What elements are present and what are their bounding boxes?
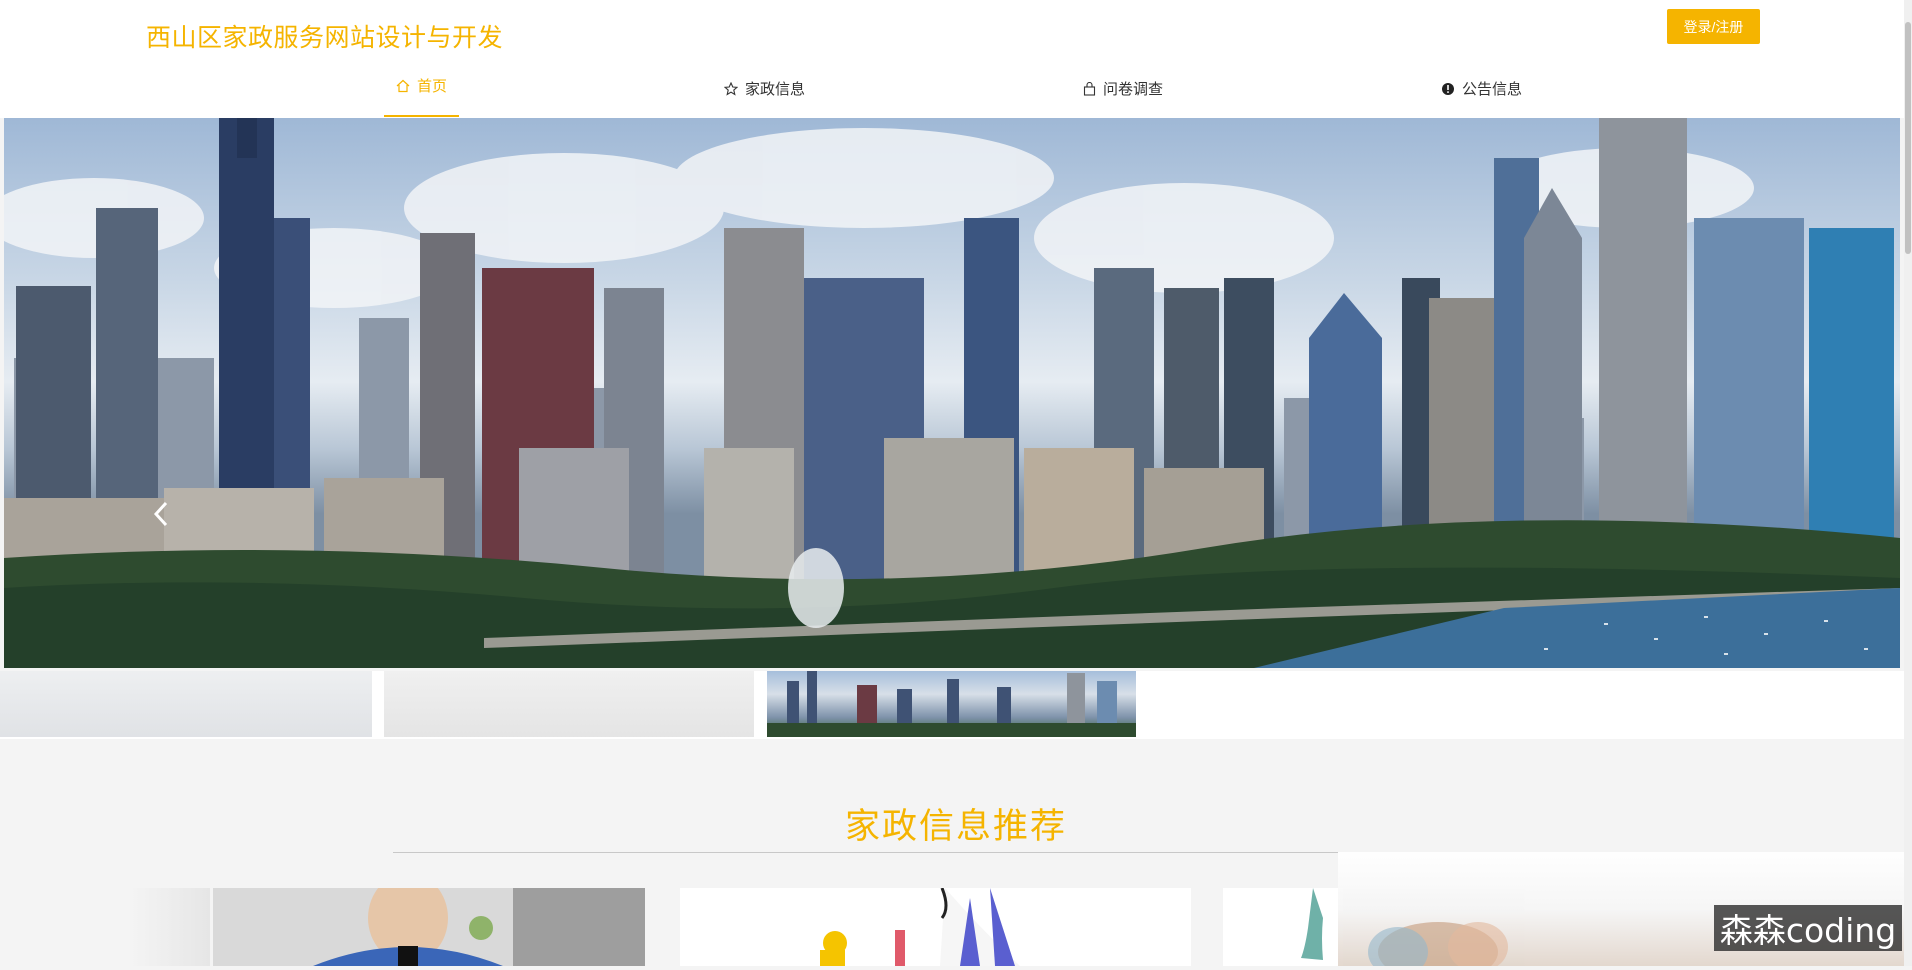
info-icon bbox=[1442, 82, 1454, 95]
housekeeping-card[interactable] bbox=[213, 888, 645, 966]
cleaning-illustration bbox=[820, 888, 1020, 966]
bag-icon bbox=[1083, 81, 1096, 96]
city-thumbnail-image bbox=[767, 671, 1136, 737]
scrollbar-thumb[interactable] bbox=[1905, 22, 1911, 254]
nav-item-survey[interactable]: 问卷调查 bbox=[1083, 62, 1163, 115]
site-title: 西山区家政服务网站设计与开发 bbox=[146, 23, 504, 52]
home-icon bbox=[396, 79, 410, 92]
housekeeping-card[interactable] bbox=[680, 888, 1191, 966]
cleaning-illustration bbox=[1301, 888, 1323, 960]
carousel-prev-button[interactable] bbox=[146, 494, 176, 534]
thumbnail-2[interactable] bbox=[384, 671, 754, 737]
banner-carousel[interactable] bbox=[4, 118, 1900, 668]
housekeeping-card[interactable] bbox=[1223, 888, 1343, 966]
nav-item-label: 问卷调查 bbox=[1103, 80, 1164, 98]
section-divider bbox=[393, 852, 1338, 853]
watermark: 森森coding bbox=[1714, 905, 1902, 951]
main-nav: 首页 家政信息 问卷调查 公告信息 bbox=[0, 62, 1912, 118]
nav-item-label: 公告信息 bbox=[1462, 80, 1523, 98]
header: 西山区家政服务网站设计与开发 登录/注册 首页 家政信息 问卷调查 公告信息 bbox=[0, 0, 1912, 118]
page-scrollbar[interactable] bbox=[1904, 0, 1912, 966]
section-title: 家政信息推荐 bbox=[844, 807, 1067, 847]
star-icon bbox=[724, 81, 738, 96]
nav-item-housekeeping[interactable]: 家政信息 bbox=[724, 62, 805, 115]
thumbnail-1[interactable] bbox=[0, 671, 372, 737]
nav-item-notice[interactable]: 公告信息 bbox=[1441, 62, 1522, 115]
chevron-left-icon bbox=[153, 501, 168, 527]
nav-item-label: 首页 bbox=[417, 77, 448, 95]
card-edge bbox=[130, 888, 210, 966]
city-skyline-image bbox=[4, 118, 1900, 668]
nav-item-home[interactable]: 首页 bbox=[384, 62, 460, 117]
login-register-button[interactable]: 登录/注册 bbox=[1667, 9, 1760, 44]
thumbnail-3[interactable] bbox=[767, 671, 1136, 737]
worker-photo bbox=[213, 888, 645, 966]
nav-item-label: 家政信息 bbox=[745, 80, 806, 98]
carousel-thumbnails bbox=[0, 671, 1912, 739]
